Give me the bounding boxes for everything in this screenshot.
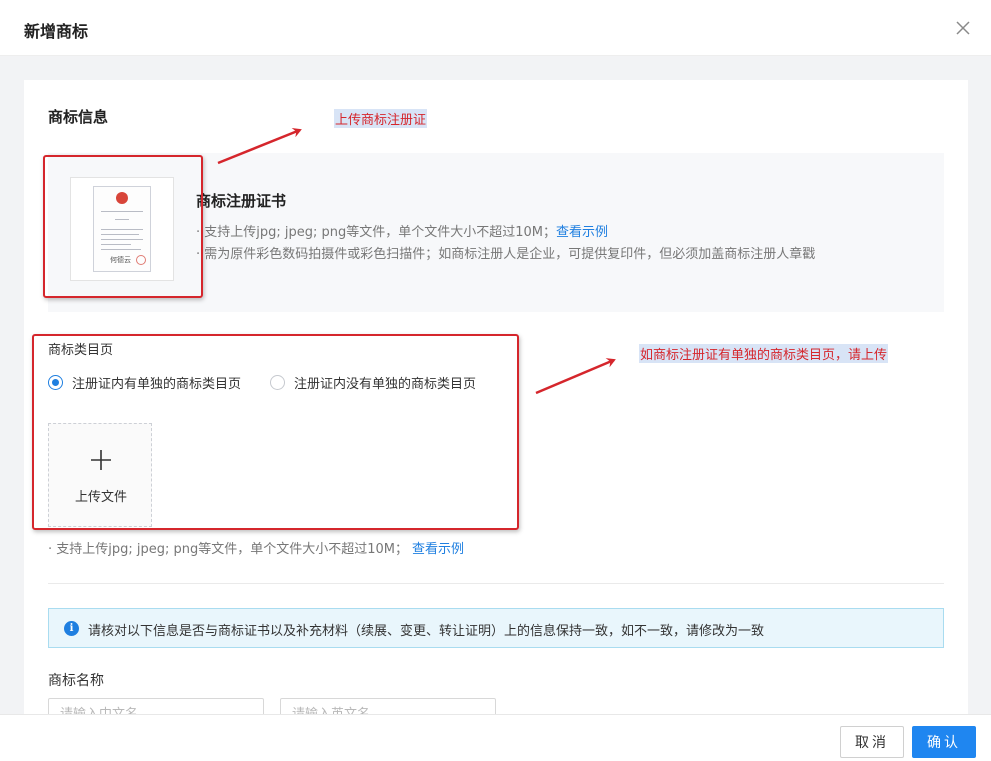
info-icon: i (64, 621, 79, 636)
radio-unchecked-icon[interactable] (270, 375, 285, 390)
trademark-info-title: 商标信息 (48, 108, 109, 126)
radio-checked-icon[interactable] (48, 375, 63, 390)
confirm-button[interactable]: 确认 (912, 726, 976, 758)
trademark-name-label: 商标名称 (48, 673, 104, 689)
cancel-button[interactable]: 取消 (840, 726, 904, 758)
form-card: 商标信息 何德云 商标注册证书 · 支持上传jpg; jpeg; png等文件，… (24, 80, 968, 714)
stamp-icon (136, 255, 146, 265)
modal-header: 新增商标 (0, 0, 991, 56)
notice-bar: i 请核对以下信息是否与商标证书以及补充材料（续展、变更、转让证明）上的信息保持… (48, 608, 944, 648)
certificate-name: 商标注册证书 (196, 192, 287, 210)
category-page-title: 商标类目页 (48, 343, 114, 358)
annotation-upload-cert: 上传商标注册证 (334, 109, 428, 128)
chinese-name-input[interactable] (48, 698, 264, 714)
english-name-input[interactable] (280, 698, 496, 714)
divider (48, 583, 944, 584)
modal-footer: 取消 确认 (0, 714, 991, 761)
view-example-link[interactable]: 查看示例 (556, 225, 608, 240)
seal-icon (116, 192, 128, 204)
upload-hint: · 支持上传jpg; jpeg; png等文件，单个文件大小不超过10M； 查看示… (48, 542, 465, 557)
plus-icon (91, 450, 111, 470)
view-example-link-2[interactable]: 查看示例 (412, 542, 464, 557)
radio-has-category-page[interactable]: 注册证内有单独的商标类目页 (48, 373, 241, 392)
certificate-hint-requirement: · 需为原件彩色数码拍摄件或彩色扫描件；如商标注册人是企业，可提供复印件，但必须… (196, 247, 816, 262)
certificate-thumbnail[interactable]: 何德云 (70, 177, 174, 281)
notice-text: 请核对以下信息是否与商标证书以及补充材料（续展、变更、转让证明）上的信息保持一致… (88, 624, 765, 639)
close-icon[interactable] (953, 18, 973, 38)
certificate-signature: 何德云 (110, 256, 131, 264)
certificate-panel: 何德云 商标注册证书 · 支持上传jpg; jpeg; png等文件，单个文件大… (48, 153, 944, 312)
radio-no-category-page[interactable]: 注册证内没有单独的商标类目页 (270, 373, 476, 392)
certificate-hint-format: · 支持上传jpg; jpeg; png等文件，单个文件大小不超过10M；查看示… (196, 225, 609, 240)
upload-file-button[interactable]: 上传文件 (48, 423, 152, 527)
modal-title: 新增商标 (24, 22, 89, 41)
upload-file-label: 上传文件 (74, 490, 127, 505)
modal-body[interactable]: 商标信息 何德云 商标注册证书 · 支持上传jpg; jpeg; png等文件，… (0, 56, 991, 714)
annotation-category-note: 如商标注册证有单独的商标类目页，请上传 (639, 344, 889, 363)
certificate-image: 何德云 (93, 186, 151, 272)
